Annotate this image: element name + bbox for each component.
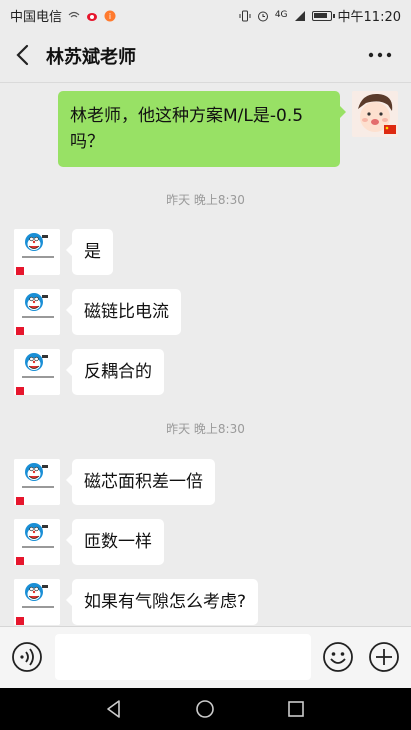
message-text: 磁链比电流 — [84, 302, 169, 322]
message-bubble-incoming[interactable]: 磁芯面积差一倍 — [66, 459, 215, 505]
message-row-incoming: 匝数一样 — [14, 519, 164, 565]
chat-area[interactable]: 林老师，他这种方案M/L是-0.5 吗？ 昨天 晚上8:30 是 磁链比电流 反… — [0, 83, 411, 626]
clock: 中午11:20 — [337, 10, 401, 25]
signal-icon — [294, 10, 305, 21]
svg-text:i: i — [109, 12, 111, 21]
message-text-line2: 吗？ — [70, 132, 104, 152]
wifi-icon — [68, 11, 80, 17]
contact-avatar[interactable] — [14, 229, 60, 275]
message-text: 是 — [84, 242, 101, 262]
timestamp: 昨天 晚上8:30 — [166, 193, 245, 207]
doraemon-avatar-icon — [14, 519, 60, 565]
timestamp: 昨天 晚上8:30 — [166, 422, 245, 436]
doraemon-avatar-icon — [14, 579, 60, 625]
baby-face-icon — [352, 91, 398, 137]
message-input[interactable] — [55, 634, 311, 680]
message-bubble-incoming[interactable]: 匝数一样 — [66, 519, 164, 565]
more-dots-icon[interactable] — [365, 42, 395, 68]
nav-home-icon[interactable] — [194, 698, 216, 720]
message-row-incoming: 磁链比电流 — [14, 289, 181, 335]
doraemon-avatar-icon — [14, 289, 60, 335]
alarm-icon — [257, 11, 268, 21]
message-bubble-incoming[interactable]: 如果有气隙怎么考虑? — [65, 579, 259, 625]
contact-avatar[interactable] — [14, 289, 60, 335]
my-avatar[interactable] — [352, 91, 398, 137]
message-text: 匝数一样 — [84, 532, 152, 552]
contact-avatar[interactable] — [14, 579, 60, 625]
contact-avatar[interactable] — [14, 519, 60, 565]
nav-recents-icon[interactable] — [285, 698, 307, 720]
status-bar: 中国电信 i 4G 中午11:20 — [0, 0, 411, 28]
message-bubble-incoming[interactable]: 磁链比电流 — [66, 289, 181, 335]
carrier-label: 中国电信 — [10, 10, 63, 25]
message-row-incoming: 是 — [14, 229, 113, 275]
voice-icon[interactable] — [11, 641, 43, 673]
doraemon-avatar-icon — [14, 349, 60, 395]
chat-title: 林苏斌老师 — [46, 47, 136, 68]
message-text: 磁芯面积差一倍 — [84, 472, 203, 492]
vibrate-icon — [239, 10, 251, 21]
system-nav-bar — [0, 688, 411, 730]
input-bar — [0, 626, 411, 689]
battery-icon — [311, 10, 335, 21]
message-row-incoming: 磁芯面积差一倍 — [14, 459, 215, 505]
message-row-incoming: 如果有气隙怎么考虑? — [14, 579, 259, 625]
doraemon-avatar-icon — [14, 459, 60, 505]
message-bubble-incoming[interactable]: 反耦合的 — [66, 349, 164, 395]
chat-header: 林苏斌老师 — [0, 28, 411, 83]
network-label: 4G — [274, 10, 288, 20]
message-bubble-outgoing[interactable]: 林老师，他这种方案M/L是-0.5 吗？ — [58, 91, 346, 167]
chevron-left-icon[interactable] — [12, 42, 36, 68]
message-text: 反耦合的 — [84, 362, 152, 382]
nav-back-icon[interactable] — [103, 698, 125, 720]
message-text-line1: 林老师，他这种方案M/L是-0.5 — [70, 106, 304, 126]
message-row-incoming: 反耦合的 — [14, 349, 164, 395]
app-icon: i — [104, 10, 116, 21]
doraemon-avatar-icon — [14, 229, 60, 275]
contact-avatar[interactable] — [14, 349, 60, 395]
contact-avatar[interactable] — [14, 459, 60, 505]
message-bubble-incoming[interactable]: 是 — [66, 229, 113, 275]
message-row-outgoing: 林老师，他这种方案M/L是-0.5 吗？ — [58, 91, 398, 167]
message-text: 如果有气隙怎么考虑? — [84, 592, 247, 612]
emoji-icon[interactable] — [322, 641, 354, 673]
weibo-icon — [87, 12, 98, 21]
plus-icon[interactable] — [368, 641, 400, 673]
